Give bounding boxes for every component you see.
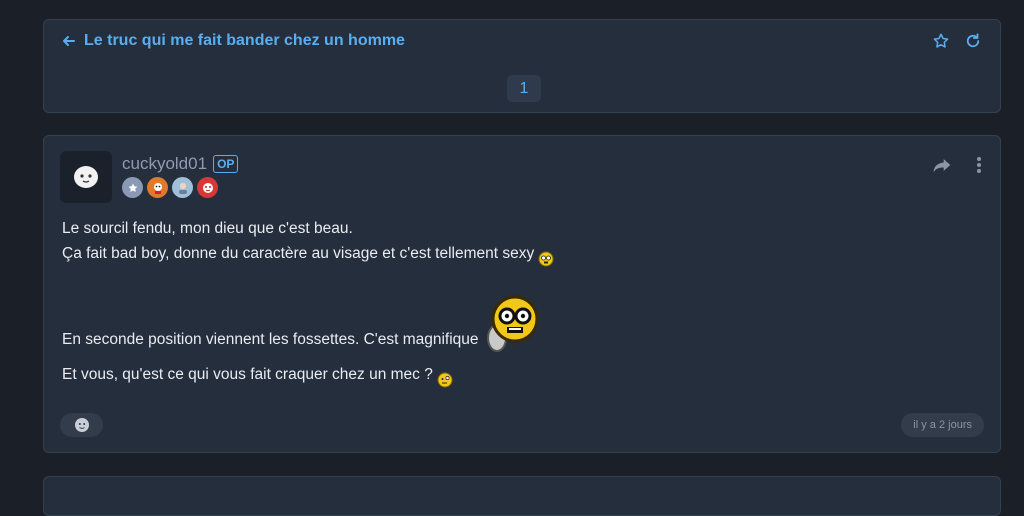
post-line-4-row: Et vous, qu'est ce qui vous fait craquer… [62, 362, 962, 388]
portrait-icon[interactable] [172, 177, 193, 198]
topic-title[interactable]: Le truc qui me fait bander chez un homme [84, 32, 405, 50]
large-nerd-smiley-icon [483, 294, 541, 352]
post-actions [932, 156, 982, 179]
post-line-4: Et vous, qu'est ce qui vous fait craquer… [62, 366, 433, 383]
user-badges [122, 177, 218, 198]
star-favorite-icon[interactable] [932, 32, 950, 50]
back-arrow-icon[interactable] [62, 34, 76, 48]
post-line-2-row: Ça fait bad boy, donne du caractère au v… [62, 241, 962, 267]
nerd-smiley-icon [538, 250, 554, 267]
next-post-card [43, 476, 1001, 516]
thinking-smiley-icon [437, 371, 453, 388]
author-row: cuckyold01 OP [122, 154, 239, 174]
default-avatar-face-icon [74, 166, 98, 188]
more-options-icon[interactable] [976, 156, 982, 179]
page-button-current[interactable]: 1 [507, 75, 541, 102]
avatar[interactable] [60, 151, 112, 203]
post-line-1: Le sourcil fendu, mon dieu que c'est bea… [62, 220, 353, 237]
post-timestamp[interactable]: il y a 2 jours [901, 413, 984, 437]
topic-actions [932, 32, 982, 50]
topic-title-row[interactable]: Le truc qui me fait bander chez un homme [62, 32, 405, 50]
fire-character-icon[interactable] [147, 177, 168, 198]
post-card: cuckyold01 OP Le sourcil fendu, mon dieu… [43, 135, 1001, 453]
star-rank-icon[interactable] [122, 177, 143, 198]
topic-header: Le truc qui me fait bander chez un homme… [43, 19, 1001, 113]
post-body: Le sourcil fendu, mon dieu que c'est bea… [62, 216, 962, 388]
red-face-icon[interactable] [197, 177, 218, 198]
refresh-icon[interactable] [964, 32, 982, 50]
add-reaction-button[interactable] [60, 413, 103, 437]
op-badge: OP [213, 155, 239, 173]
post-line-3-row: En seconde position viennent les fossett… [62, 294, 962, 352]
author-name[interactable]: cuckyold01 [122, 154, 207, 174]
reaction-face-icon [74, 418, 89, 432]
share-arrow-icon[interactable] [932, 156, 952, 179]
pagination: 1 [507, 75, 541, 102]
post-line-3: En seconde position viennent les fossett… [62, 331, 479, 348]
post-line-2: Ça fait bad boy, donne du caractère au v… [62, 245, 535, 262]
